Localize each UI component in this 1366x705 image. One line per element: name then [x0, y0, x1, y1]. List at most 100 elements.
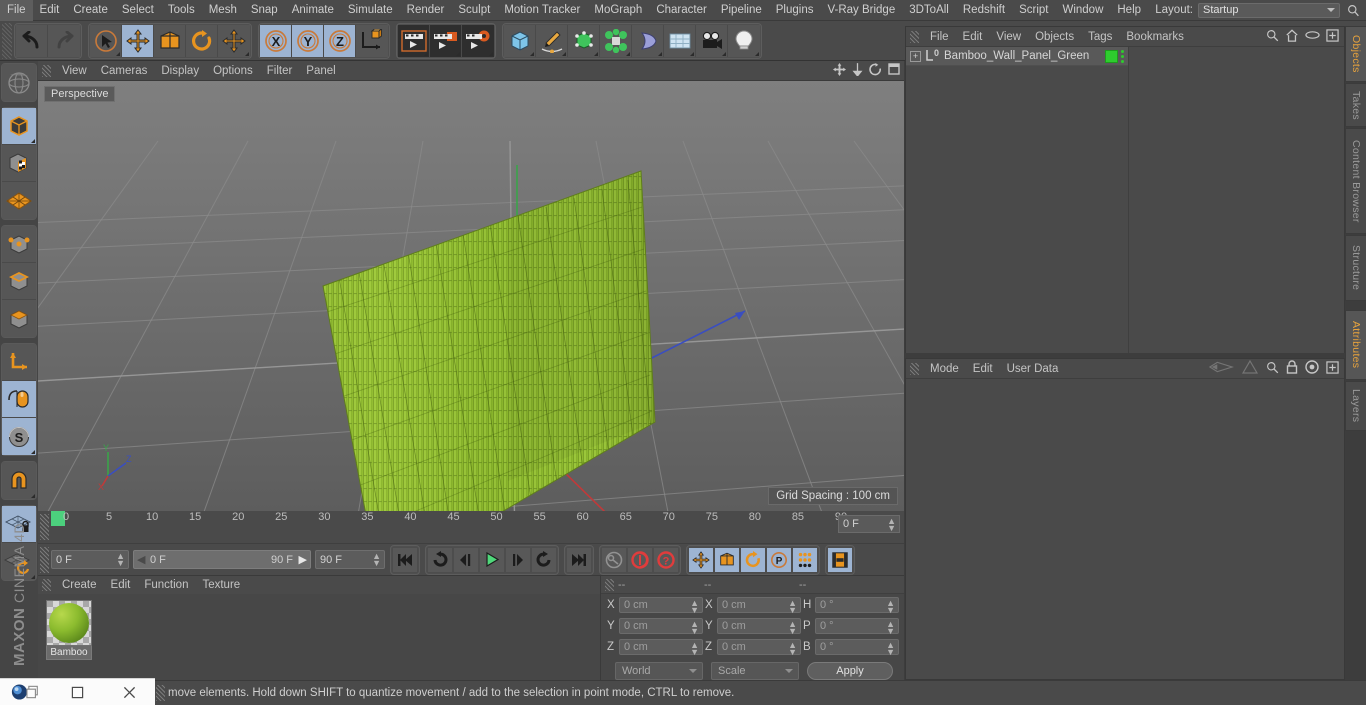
select-tool-button[interactable] — [90, 24, 122, 57]
redo-button[interactable] — [48, 24, 80, 57]
menu-item-script[interactable]: Script — [1012, 0, 1055, 21]
menu-item-help[interactable]: Help — [1110, 0, 1148, 21]
material-drag-handle[interactable] — [42, 579, 51, 591]
world-axis-tool[interactable] — [2, 64, 36, 101]
object-menu-file[interactable]: File — [923, 27, 956, 47]
autokeying-button[interactable] — [627, 546, 653, 573]
rotation-key-button[interactable] — [740, 546, 766, 573]
spinner-icon[interactable]: ▲ ▼ — [788, 641, 797, 657]
spinner-icon[interactable]: ▲ ▼ — [372, 552, 381, 568]
object-axis-tool[interactable] — [2, 344, 36, 381]
play-forward-loop-button[interactable] — [531, 546, 557, 573]
add-deformer-button[interactable] — [632, 24, 664, 57]
search-icon[interactable] — [1266, 29, 1279, 45]
menu-item-render[interactable]: Render — [400, 0, 452, 21]
plus-box-icon[interactable] — [1326, 28, 1339, 45]
menu-item-create[interactable]: Create — [66, 0, 115, 21]
spinner-icon[interactable]: ▲ ▼ — [788, 599, 797, 615]
move-tool-button[interactable] — [122, 24, 154, 57]
menu-item-sculpt[interactable]: Sculpt — [451, 0, 497, 21]
world-object-axis-button[interactable] — [356, 24, 388, 57]
material-menu-texture[interactable]: Texture — [195, 576, 247, 594]
play-backwards-button[interactable] — [427, 546, 453, 573]
expand-toggle-icon[interactable]: + — [910, 50, 921, 62]
vertical-tab-structure[interactable]: Structure — [1345, 235, 1366, 301]
material-menu-create[interactable]: Create — [55, 576, 104, 594]
render-to-picture-viewer-button[interactable] — [430, 24, 462, 57]
attribute-menu-user-data[interactable]: User Data — [1000, 359, 1066, 379]
viewport-drag-handle[interactable] — [42, 64, 51, 77]
coord-rotation-field[interactable]: 0 ° ▲ ▼ — [815, 597, 899, 615]
menu-item-simulate[interactable]: Simulate — [341, 0, 400, 21]
step-back-button[interactable] — [453, 546, 479, 573]
menu-item-redshift[interactable]: Redshift — [956, 0, 1012, 21]
menu-item-file[interactable]: File — [0, 0, 33, 21]
window-close-button[interactable] — [103, 679, 155, 705]
plus-box-icon[interactable] — [1326, 360, 1339, 377]
search-icon[interactable] — [1266, 361, 1279, 377]
keyframe-selection-button[interactable]: ? — [653, 546, 679, 573]
spinner-icon[interactable]: ▲ ▼ — [887, 517, 896, 533]
toolbar-drag-handle[interactable] — [2, 22, 12, 59]
layout-dropdown[interactable]: Startup — [1198, 2, 1340, 18]
object-manager-drag-handle[interactable] — [910, 30, 919, 43]
spinner-icon[interactable]: ▲ ▼ — [690, 620, 699, 636]
coord-size-field[interactable]: 0 cm ▲ ▼ — [717, 639, 801, 657]
menu-item-snap[interactable]: Snap — [244, 0, 285, 21]
go-to-start-button[interactable] — [392, 546, 418, 573]
scale-tool-button[interactable] — [154, 24, 186, 57]
add-light-button[interactable] — [728, 24, 760, 57]
record-active-objects-button[interactable] — [601, 546, 627, 573]
material-chip[interactable]: Bamboo — [46, 600, 92, 660]
object-menu-objects[interactable]: Objects — [1028, 27, 1081, 47]
viewport-menu-cameras[interactable]: Cameras — [94, 61, 155, 81]
preview-range-slider[interactable]: ◀ 0 F 90 F ▶ — [133, 550, 311, 569]
menu-item-window[interactable]: Window — [1055, 0, 1110, 21]
spinner-icon[interactable]: ▲ ▼ — [690, 599, 699, 615]
coordinate-system-dropdown[interactable]: World — [615, 662, 703, 680]
coordinate-mode-dropdown[interactable]: Scale — [711, 662, 799, 680]
menu-item-select[interactable]: Select — [115, 0, 161, 21]
timeline-drag-handle[interactable] — [40, 514, 49, 540]
viewport-menu-panel[interactable]: Panel — [299, 61, 342, 81]
lock-icon[interactable] — [1286, 360, 1298, 377]
menu-item-mesh[interactable]: Mesh — [202, 0, 244, 21]
menu-item-animate[interactable]: Animate — [285, 0, 341, 21]
add-generator-button[interactable] — [568, 24, 600, 57]
step-forward-button[interactable] — [505, 546, 531, 573]
viewport-solo-tool[interactable] — [2, 381, 36, 418]
coord-position-field[interactable]: 0 cm ▲ ▼ — [619, 639, 703, 657]
spinner-icon[interactable]: ▲ ▼ — [886, 599, 895, 615]
spinner-icon[interactable]: ▲ ▼ — [116, 552, 125, 568]
tag-dots-icon[interactable] — [1121, 49, 1124, 63]
coord-position-field[interactable]: 0 cm ▲ ▼ — [619, 597, 703, 615]
coord-size-field[interactable]: 0 cm ▲ ▼ — [717, 618, 801, 636]
eye-icon[interactable] — [1305, 30, 1320, 43]
viewport-dolly-icon[interactable] — [852, 62, 863, 79]
vertical-tab-takes[interactable]: Takes — [1345, 83, 1366, 127]
add-spline-button[interactable] — [536, 24, 568, 57]
menu-item-mograph[interactable]: MoGraph — [587, 0, 649, 21]
range-right-arrow-icon[interactable]: ▶ — [299, 553, 307, 566]
render-view-button[interactable] — [398, 24, 430, 57]
free-move-tool-button[interactable] — [218, 24, 250, 57]
menu-item-edit[interactable]: Edit — [33, 0, 67, 21]
viewport-pan-icon[interactable] — [833, 62, 846, 79]
object-tree[interactable]: +0 Bamboo_Wall_Panel_Green — [906, 47, 1344, 353]
add-environment-button[interactable] — [664, 24, 696, 57]
coordinates-drag-handle[interactable] — [605, 578, 614, 591]
range-left-arrow-icon[interactable]: ◀ — [137, 553, 145, 566]
edges-mode-tool[interactable] — [2, 263, 36, 300]
home-icon[interactable] — [1285, 28, 1299, 45]
viewport-menu-view[interactable]: View — [55, 61, 94, 81]
spinner-icon[interactable]: ▲ ▼ — [886, 641, 895, 657]
lock-x-axis-button[interactable]: X — [260, 24, 292, 57]
coord-rotation-field[interactable]: 0 ° ▲ ▼ — [815, 618, 899, 636]
add-camera-button[interactable] — [696, 24, 728, 57]
snap-tool[interactable] — [2, 462, 36, 499]
spinner-icon[interactable]: ▲ ▼ — [886, 620, 895, 636]
viewport-menu-filter[interactable]: Filter — [260, 61, 300, 81]
viewport-menu-display[interactable]: Display — [154, 61, 206, 81]
scale-key-button[interactable] — [714, 546, 740, 573]
position-key-button[interactable] — [688, 546, 714, 573]
